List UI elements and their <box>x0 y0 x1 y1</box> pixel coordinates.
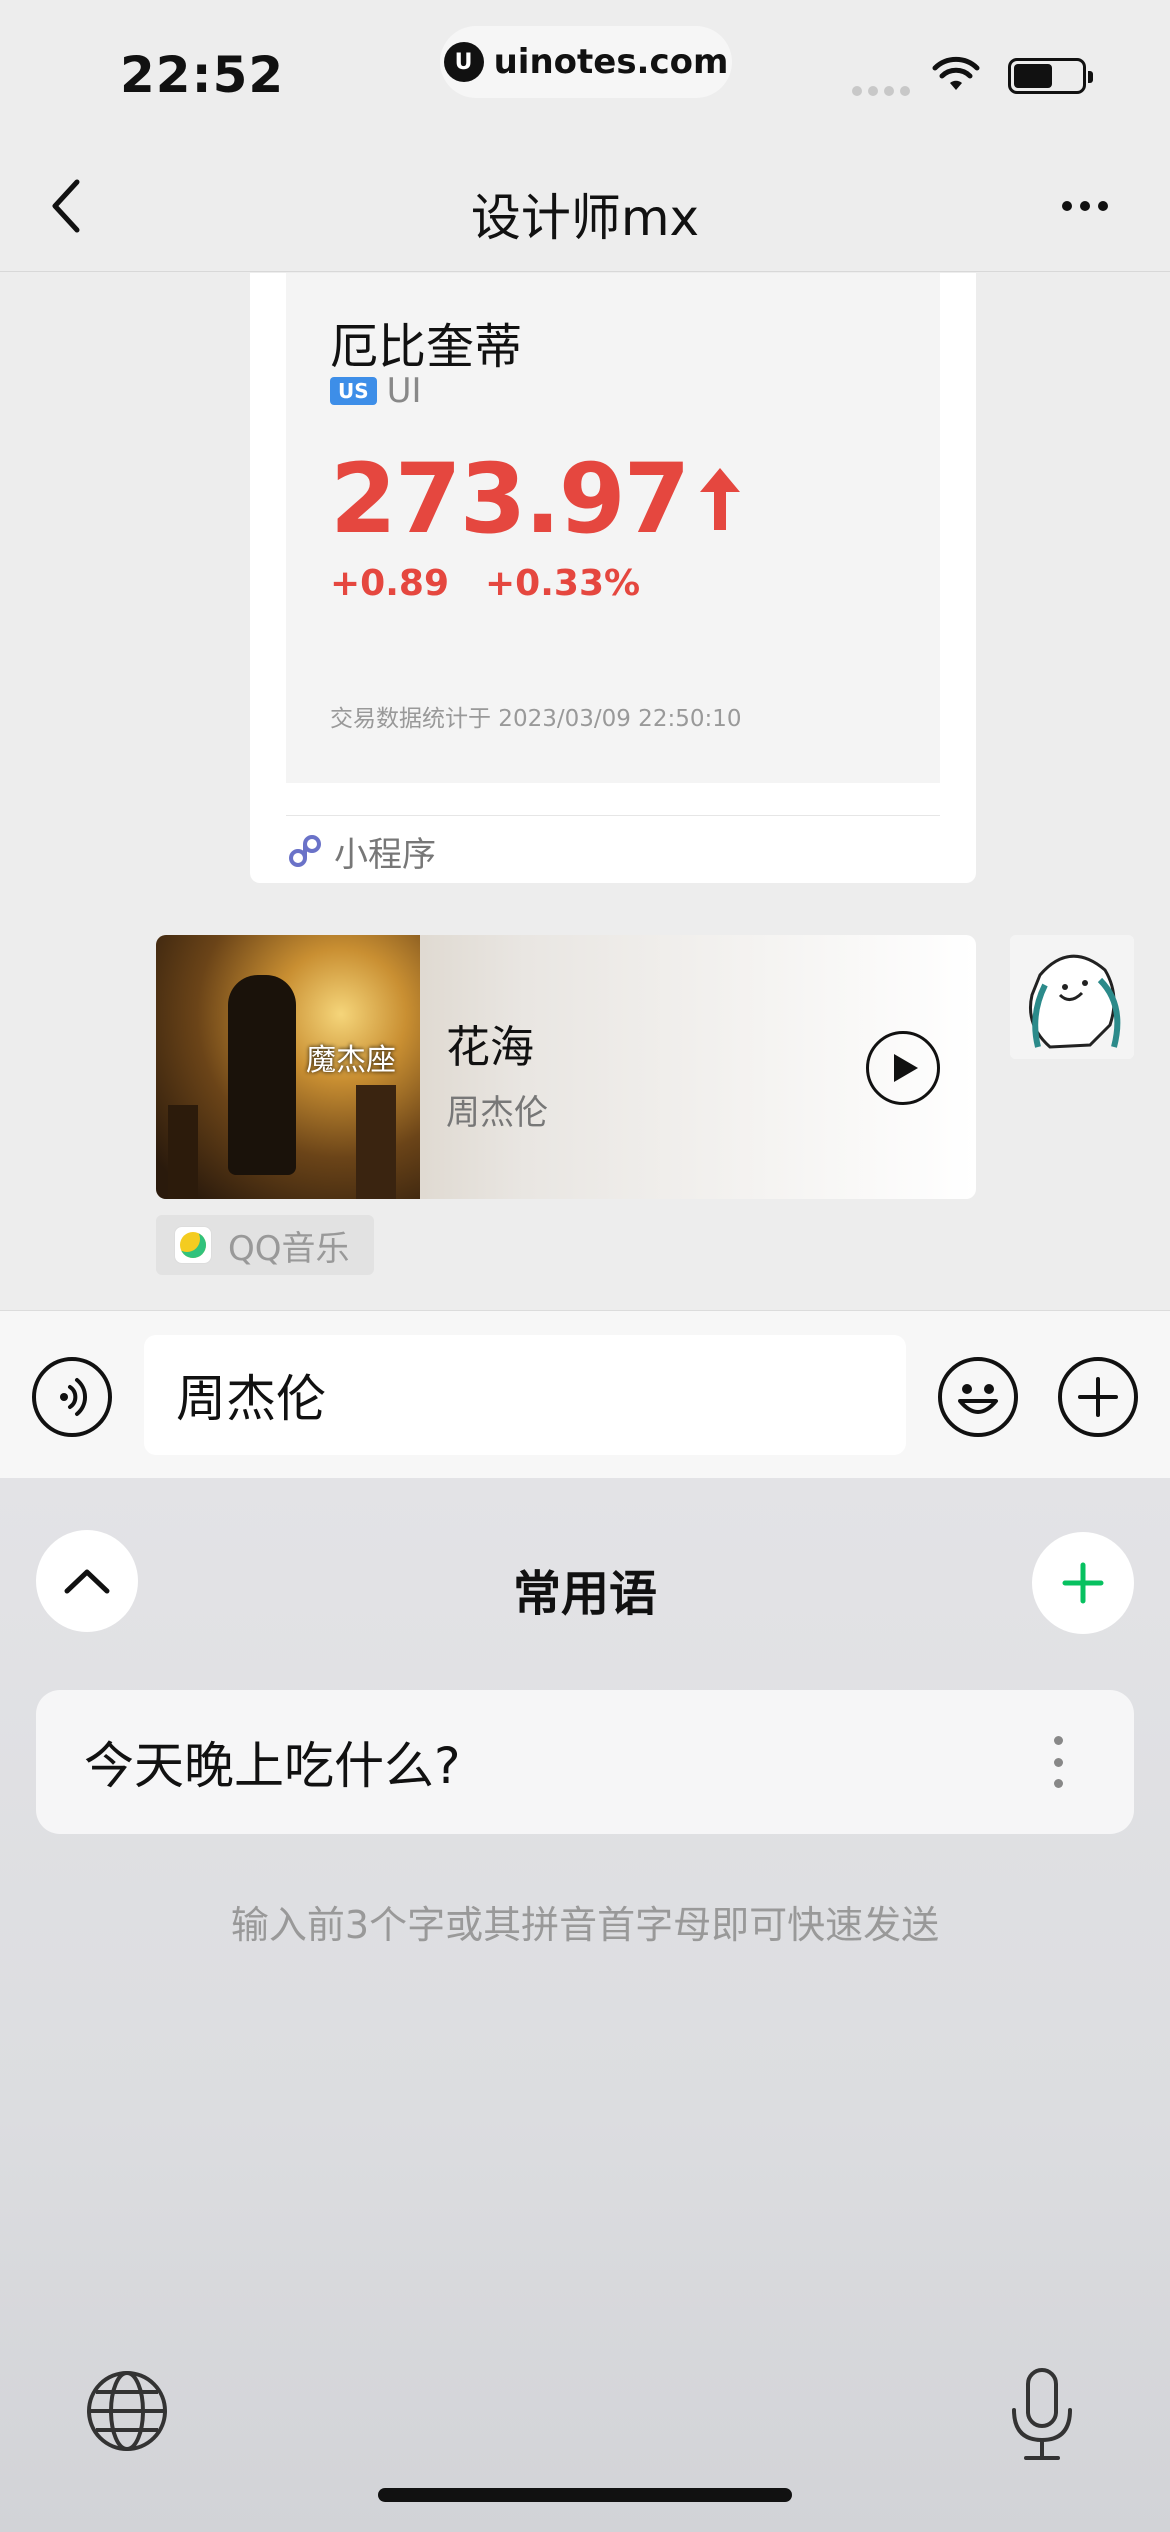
voice-input-button[interactable] <box>32 1357 112 1437</box>
site-logo-icon: U <box>443 42 484 82</box>
nav-bar: 设计师mx <box>0 140 1170 272</box>
mini-program-footer: 小程序 <box>286 823 436 879</box>
stats-timestamp: 交易数据统计于 2023/03/09 22:50:10 <box>330 706 742 732</box>
cellular-signal-icon <box>852 86 910 96</box>
wifi-icon <box>932 56 980 90</box>
url-text: uinotes.com <box>493 42 729 82</box>
quick-phrases-panel: 常用语 今天晚上吃什么? 输入前3个字或其拼音首字母即可快速发送 <box>0 1478 1170 2532</box>
phrase-hint: 输入前3个字或其拼音首字母即可快速发送 <box>230 1903 940 1947</box>
album-caption: 魔杰座 <box>306 1043 396 1078</box>
anime-avatar-icon <box>1010 935 1134 1059</box>
plus-icon <box>1078 1377 1118 1417</box>
price-change-percent: +0.33% <box>485 563 641 604</box>
microphone-icon <box>1012 2368 1072 2460</box>
message-input[interactable] <box>144 1335 906 1455</box>
arrow-up-icon <box>700 468 741 530</box>
home-indicator[interactable] <box>378 2488 792 2502</box>
stock-price: 273.97 <box>330 443 690 555</box>
chat-message-list[interactable]: 厄比奎蒂 US UI 273.97 +0.89 +0.33% 交易数据统计于 2… <box>0 273 1170 1310</box>
plus-icon <box>1062 1562 1104 1604</box>
mini-program-link-icon <box>289 835 321 867</box>
mini-program-label: 小程序 <box>334 834 436 875</box>
battery-icon <box>1008 58 1093 94</box>
add-phrase-button[interactable] <box>1032 1532 1134 1634</box>
voice-icon <box>60 1378 88 1416</box>
url-pill[interactable]: U uinotes.com <box>440 26 732 98</box>
market-row: US UI <box>330 371 422 411</box>
divider <box>286 815 940 816</box>
phrase-item[interactable]: 今天晚上吃什么? <box>36 1690 1134 1834</box>
status-bar: 22:52 U uinotes.com <box>0 0 1170 140</box>
language-switch-button[interactable] <box>84 2368 170 2454</box>
more-actions-button[interactable] <box>1058 1357 1138 1437</box>
music-source-tag[interactable]: QQ音乐 <box>156 1215 374 1275</box>
song-title: 花海 <box>446 1022 534 1073</box>
stock-mini-program-card[interactable]: 厄比奎蒂 US UI 273.97 +0.89 +0.33% 交易数据统计于 2… <box>250 273 976 883</box>
vertical-dots-icon <box>1053 1736 1063 1745</box>
input-bar <box>0 1310 1170 1478</box>
stock-ticker: UI <box>386 371 422 411</box>
price-change: +0.89 <box>330 563 449 604</box>
phrase-menu-button[interactable] <box>1048 1736 1068 1788</box>
status-time: 22:52 <box>120 46 285 104</box>
more-options-button[interactable] <box>1050 180 1120 232</box>
market-badge: US <box>330 377 377 405</box>
chat-screen: 22:52 U uinotes.com 设计师mx 厄比奎蒂 US UI 273… <box>0 0 1170 2532</box>
price-row: 273.97 <box>330 443 744 555</box>
play-button[interactable] <box>866 1031 940 1105</box>
emoji-button[interactable] <box>938 1357 1018 1437</box>
album-cover: 魔杰座 <box>156 935 420 1199</box>
more-dots-icon <box>1062 201 1072 211</box>
emoji-icon <box>958 1384 998 1414</box>
change-row: +0.89 +0.33% <box>330 563 640 604</box>
stock-name: 厄比奎蒂 <box>330 319 523 375</box>
avatar[interactable] <box>1010 935 1134 1059</box>
song-artist: 周杰伦 <box>446 1093 548 1133</box>
music-card[interactable]: 魔杰座 花海 周杰伦 <box>156 935 976 1199</box>
qq-music-icon <box>174 1226 212 1264</box>
panel-title: 常用语 <box>512 1566 657 1622</box>
phrase-text: 今天晚上吃什么? <box>84 1737 461 1795</box>
dictation-button[interactable] <box>1000 2366 1084 2462</box>
music-source-label: QQ音乐 <box>228 1228 350 1269</box>
page-title: 设计师mx <box>470 189 700 247</box>
stock-panel: 厄比奎蒂 US UI 273.97 +0.89 +0.33% 交易数据统计于 2… <box>286 273 940 783</box>
globe-icon <box>87 2371 167 2451</box>
